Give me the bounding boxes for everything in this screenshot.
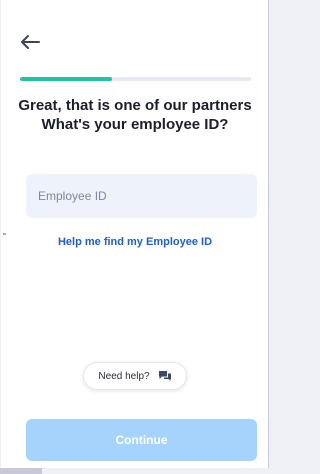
employee-id-input[interactable] [26,174,257,218]
continue-button[interactable]: Continue [26,419,257,461]
page-title-line-1: Great, that is one of our partners [18,97,252,114]
progress-bar-fill [20,77,113,81]
arrow-left-icon [21,35,40,49]
need-help-label: Need help? [98,370,150,382]
progress-bar [20,77,251,81]
need-help-button[interactable]: Need help? [83,362,187,390]
back-button[interactable] [19,34,41,50]
employee-id-screen: Great, that is one of our partners What'… [1,0,269,468]
chat-bubbles-icon [158,371,171,381]
edge-marker [3,233,6,235]
find-employee-id-link[interactable]: Help me find my Employee ID [1,236,269,248]
page-title-line-2: What's your employee ID? [41,116,229,133]
bottom-edge-tab [0,468,42,474]
page-title: Great, that is one of our partners What'… [1,96,269,134]
